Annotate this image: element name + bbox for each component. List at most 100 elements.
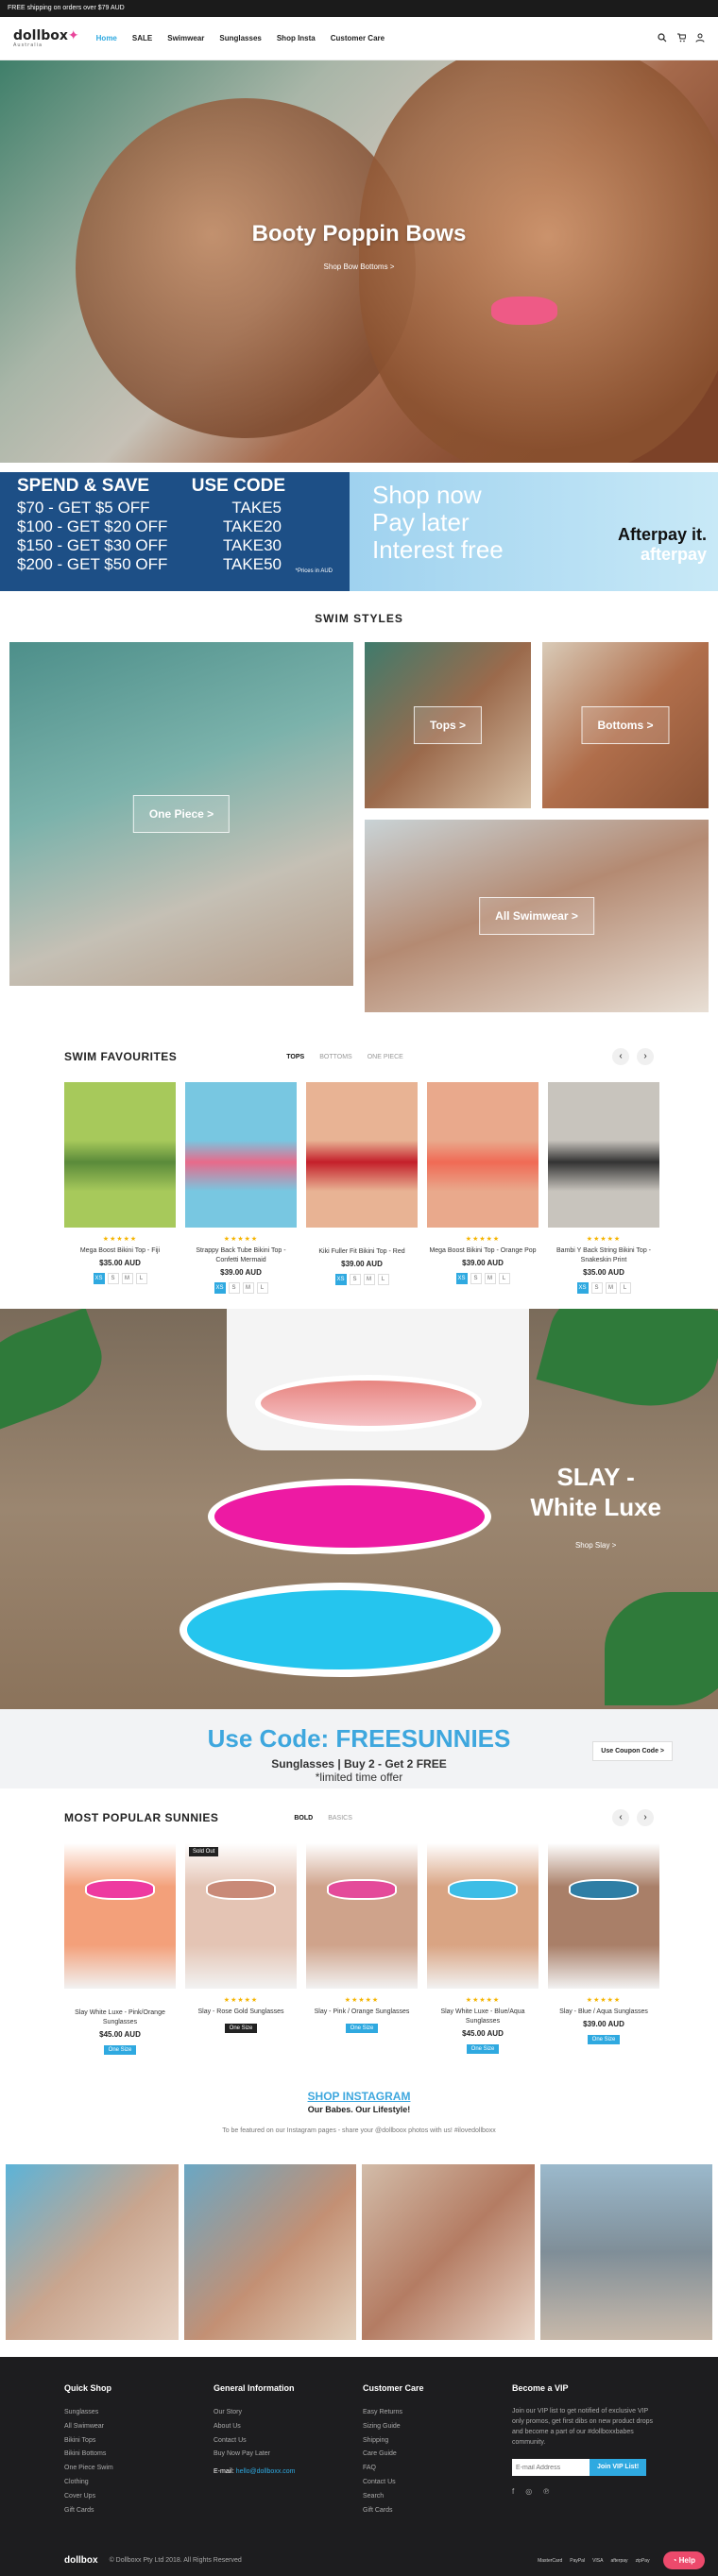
slay-shop-link[interactable]: Shop Slay > xyxy=(530,1541,661,1550)
instagram-icon[interactable]: ◎ xyxy=(525,2487,532,2496)
size-option[interactable]: L xyxy=(135,1273,147,1284)
product-image[interactable] xyxy=(64,1843,176,1989)
vip-email-input[interactable] xyxy=(512,2459,590,2476)
product-card[interactable]: ★★★★★ Slay - Pink / Orange Sunglasses One … xyxy=(306,1843,418,2056)
tab-basics[interactable]: BASICS xyxy=(328,1815,352,1822)
tab-bold[interactable]: BOLD xyxy=(294,1815,313,1822)
nav-item-sunglasses[interactable]: Sunglasses xyxy=(219,34,261,42)
product-name[interactable]: Slay White Luxe - Pink/Orange Sunglasses xyxy=(64,2008,176,2027)
footer-link[interactable]: One Piece Swim xyxy=(64,2462,214,2476)
product-card[interactable]: ★★★★★ Slay - Blue / Aqua Sunglasses $39.00… xyxy=(548,1843,659,2056)
size-badge[interactable]: One Size xyxy=(587,2035,621,2044)
product-image[interactable] xyxy=(548,1843,659,1989)
join-vip-button[interactable]: Join VIP List! xyxy=(590,2459,647,2476)
size-option[interactable]: M xyxy=(242,1282,254,1294)
size-badge[interactable]: One Size xyxy=(466,2044,500,2054)
product-card[interactable]: ★★★★★ Slay White Luxe - Blue/Aqua Sunglas… xyxy=(427,1843,538,2056)
instagram-photo[interactable] xyxy=(183,2164,356,2340)
help-button[interactable]: ◔ Help xyxy=(662,2551,705,2569)
brand-logo[interactable]: dollbox✦ Australia xyxy=(13,29,79,48)
afterpay-banner[interactable]: Shop now Pay later Interest free Afterpa… xyxy=(350,472,718,591)
tile-tops[interactable]: Tops > xyxy=(365,642,531,808)
product-image[interactable]: Sold Out xyxy=(185,1843,297,1989)
facebook-icon[interactable]: f xyxy=(512,2487,514,2496)
size-option[interactable]: M xyxy=(605,1282,617,1294)
instagram-photo[interactable] xyxy=(6,2164,179,2340)
chevron-right-icon[interactable]: › xyxy=(637,1809,654,1826)
product-image[interactable] xyxy=(427,1082,538,1228)
size-option[interactable]: M xyxy=(484,1273,496,1284)
size-option[interactable]: L xyxy=(256,1282,268,1294)
footer-link[interactable]: Shipping xyxy=(363,2434,512,2449)
product-image[interactable] xyxy=(427,1843,538,1989)
product-card[interactable]: ★★★★★ Strappy Back Tube Bikini Top - Conf… xyxy=(185,1082,297,1294)
hero-banner[interactable]: Booty Poppin Bows Shop Bow Bottoms > xyxy=(0,60,718,463)
tile-all-swimwear[interactable]: All Swimwear > xyxy=(365,820,709,1012)
footer-link[interactable]: All Swimwear xyxy=(64,2420,214,2434)
size-option[interactable]: M xyxy=(363,1274,375,1285)
product-name[interactable]: Slay - Blue / Aqua Sunglasses xyxy=(548,2008,659,2017)
size-option[interactable]: L xyxy=(377,1274,389,1285)
use-coupon-button[interactable]: Use Coupon Code > xyxy=(592,1741,673,1761)
product-image[interactable] xyxy=(548,1082,659,1228)
search-icon[interactable] xyxy=(658,30,667,47)
size-option[interactable]: S xyxy=(228,1282,240,1294)
product-card[interactable]: Kiki Fuller Fit Bikini Top - Red $39.00 A… xyxy=(306,1082,418,1294)
pinterest-icon[interactable]: ℗ xyxy=(543,2487,549,2496)
nav-item-customer-care[interactable]: Customer Care xyxy=(331,34,385,42)
product-image[interactable] xyxy=(306,1843,418,1989)
size-option[interactable]: M xyxy=(121,1273,133,1284)
footer-link[interactable]: Our Story xyxy=(214,2406,363,2420)
footer-link[interactable]: Search xyxy=(363,2490,512,2504)
footer-link[interactable]: Contact Us xyxy=(214,2434,363,2449)
product-image[interactable] xyxy=(306,1082,418,1228)
footer-link[interactable]: Sizing Guide xyxy=(363,2420,512,2434)
hero-shop-link[interactable]: Shop Bow Bottoms > xyxy=(324,263,395,271)
nav-item-home[interactable]: Home xyxy=(96,34,117,42)
product-card[interactable]: ★★★★★ Bambi Y Back String Bikini Top - Sn… xyxy=(548,1082,659,1294)
footer-link[interactable]: FAQ xyxy=(363,2462,512,2476)
size-option[interactable]: S xyxy=(107,1273,119,1284)
footer-link[interactable]: Care Guide xyxy=(363,2448,512,2462)
product-name[interactable]: Kiki Fuller Fit Bikini Top - Red xyxy=(306,1247,418,1257)
footer-link[interactable]: Clothing xyxy=(64,2476,214,2490)
product-name[interactable]: Mega Boost Bikini Top - Fiji xyxy=(64,1246,176,1256)
user-icon[interactable] xyxy=(695,30,705,47)
product-card[interactable]: ★★★★★ Mega Boost Bikini Top - Orange Pop $… xyxy=(427,1082,538,1294)
product-name[interactable]: Slay - Pink / Orange Sunglasses xyxy=(306,2008,418,2017)
size-option[interactable]: XS xyxy=(93,1273,105,1284)
instagram-photo[interactable] xyxy=(539,2164,712,2340)
footer-link[interactable]: Bikini Bottoms xyxy=(64,2448,214,2462)
size-badge[interactable]: One Size xyxy=(224,2024,258,2033)
footer-link[interactable]: About Us xyxy=(214,2420,363,2434)
cart-icon[interactable] xyxy=(676,30,687,47)
product-card[interactable]: Sold Out ★★★★★ Slay - Rose Gold Sunglasses… xyxy=(185,1843,297,2056)
size-badge[interactable]: One Size xyxy=(103,2045,137,2055)
size-option[interactable]: S xyxy=(590,1282,603,1294)
instagram-title[interactable]: SHOP INSTAGRAM xyxy=(0,2090,718,2103)
size-option[interactable]: XS xyxy=(576,1282,589,1294)
product-card[interactable]: ★★★★★ Mega Boost Bikini Top - Fiji $35.00 … xyxy=(64,1082,176,1294)
footer-logo[interactable]: dollbox xyxy=(64,2555,98,2566)
size-option[interactable]: XS xyxy=(455,1273,468,1284)
product-name[interactable]: Slay White Luxe - Blue/Aqua Sunglasses xyxy=(427,2008,538,2026)
size-option[interactable]: XS xyxy=(214,1282,226,1294)
size-option[interactable]: L xyxy=(498,1273,510,1284)
size-badge[interactable]: One Size xyxy=(345,2024,379,2033)
product-name[interactable]: Slay - Rose Gold Sunglasses xyxy=(185,2008,297,2017)
nav-item-sale[interactable]: SALE xyxy=(132,34,152,42)
footer-link[interactable]: Gift Cards xyxy=(64,2504,214,2518)
spend-save-banner[interactable]: SPEND & SAVE USE CODE $70 - GET $5 OFF TA… xyxy=(0,472,350,591)
footer-link[interactable]: Buy Now Pay Later xyxy=(214,2448,363,2462)
size-option[interactable]: S xyxy=(349,1274,361,1285)
footer-link[interactable]: Sunglasses xyxy=(64,2406,214,2420)
footer-link[interactable]: Bikini Tops xyxy=(64,2434,214,2449)
tile-one-piece[interactable]: One Piece > xyxy=(9,642,353,986)
footer-link[interactable]: Cover Ups xyxy=(64,2490,214,2504)
tile-bottoms[interactable]: Bottoms > xyxy=(542,642,709,808)
footer-link[interactable]: Easy Returns xyxy=(363,2406,512,2420)
email-link[interactable]: hello@dollboxx.com xyxy=(236,2468,296,2475)
product-image[interactable] xyxy=(185,1082,297,1228)
size-option[interactable]: L xyxy=(619,1282,631,1294)
nav-item-shop-insta[interactable]: Shop Insta xyxy=(277,34,316,42)
